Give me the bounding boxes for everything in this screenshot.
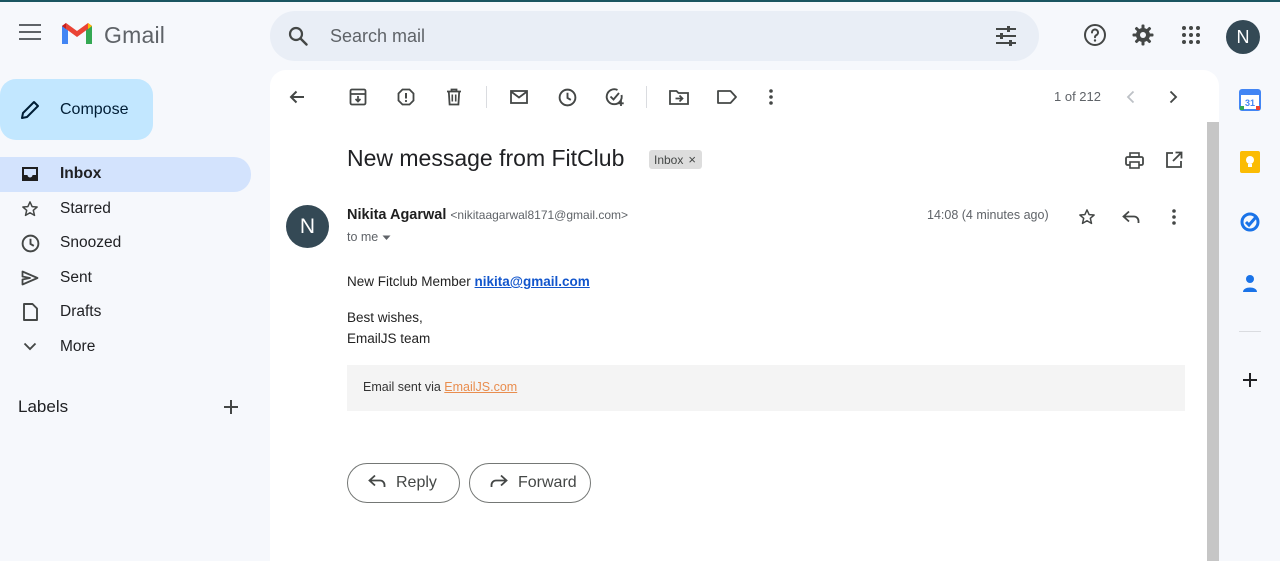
label-tag-icon[interactable] <box>712 82 742 112</box>
move-to-folder-icon[interactable] <box>664 82 694 112</box>
body-signoff: Best wishes, <box>347 310 423 325</box>
member-email-link[interactable]: nikita@gmail.com <box>475 274 590 289</box>
toolbar-divider <box>486 86 487 108</box>
open-new-window-icon[interactable] <box>1159 145 1189 175</box>
top-header: Gmail N <box>0 2 1280 68</box>
reply-arrow-icon[interactable] <box>1116 202 1146 232</box>
rail-divider <box>1239 331 1261 332</box>
nav-item-label: Sent <box>60 268 92 286</box>
email-footer: Email sent via EmailJS.com <box>347 365 1185 411</box>
body-text: New Fitclub Member <box>347 274 475 289</box>
pencil-icon <box>18 98 42 122</box>
recipient-details-toggle[interactable]: to me <box>347 230 391 244</box>
reply-icon <box>368 474 386 493</box>
sender-name[interactable]: Nikita Agarwal <box>347 207 446 223</box>
tasks-icon[interactable] <box>1236 208 1264 236</box>
compose-button[interactable]: Compose <box>0 79 153 140</box>
contacts-icon[interactable] <box>1236 270 1264 298</box>
forward-icon <box>490 474 508 493</box>
report-spam-icon[interactable] <box>391 82 421 112</box>
more-vert-icon[interactable] <box>756 82 786 112</box>
older-chevron-right-icon[interactable] <box>1158 82 1188 112</box>
message-pager-count: 1 of 212 <box>1054 89 1101 104</box>
nav-item-snoozed[interactable]: Snoozed <box>0 226 251 261</box>
account-avatar[interactable]: N <box>1226 20 1260 54</box>
star-message-icon[interactable] <box>1072 202 1102 232</box>
inbox-label-badge: Inbox × <box>649 150 702 169</box>
search-input[interactable] <box>330 23 930 49</box>
search-icon[interactable] <box>284 22 312 50</box>
nav-item-drafts[interactable]: Drafts <box>0 295 251 330</box>
create-label-plus-icon[interactable] <box>217 393 245 421</box>
nav-item-label: Starred <box>60 199 111 217</box>
help-icon[interactable] <box>1075 15 1115 55</box>
nav-item-sent[interactable]: Sent <box>0 261 251 296</box>
compose-label: Compose <box>60 100 129 118</box>
nav-item-more[interactable]: More <box>0 330 251 365</box>
snooze-clock-icon[interactable] <box>552 82 582 112</box>
reply-label: Reply <box>396 474 437 491</box>
add-to-tasks-icon[interactable] <box>600 82 630 112</box>
settings-gear-icon[interactable] <box>1123 15 1163 55</box>
forward-label: Forward <box>518 474 577 491</box>
nav-item-label: Snoozed <box>60 234 122 252</box>
nav-item-label: Drafts <box>60 303 102 321</box>
gmail-wordmark: Gmail <box>104 22 166 48</box>
reply-button[interactable]: Reply <box>347 463 460 503</box>
email-subject: New message from FitClub <box>347 145 625 171</box>
archive-icon[interactable] <box>343 82 373 112</box>
apps-grid-icon[interactable] <box>1171 15 1211 55</box>
message-more-vert-icon[interactable] <box>1159 202 1189 232</box>
toolbar-divider <box>646 86 647 108</box>
recipient-text: to me <box>347 230 379 244</box>
calendar-day-number: 31 <box>1245 98 1255 108</box>
sender-email: <nikitaagarwal8171@gmail.com> <box>450 208 629 222</box>
keep-notes-icon[interactable] <box>1236 148 1264 176</box>
print-icon[interactable] <box>1119 145 1149 175</box>
footer-text: Email sent via <box>363 380 445 394</box>
forward-button[interactable]: Forward <box>469 463 591 503</box>
hamburger-menu-icon <box>19 23 41 45</box>
get-addons-plus-icon[interactable] <box>1236 366 1264 394</box>
delete-trash-icon[interactable] <box>439 82 469 112</box>
message-scrollbar[interactable] <box>1207 122 1219 561</box>
calendar-app-icon[interactable]: 31 <box>1236 86 1264 114</box>
footer-line: Email sent via EmailJS.com <box>363 380 517 394</box>
search-bar[interactable] <box>270 11 1039 61</box>
emailjs-link[interactable]: EmailJS.com <box>444 380 517 394</box>
body-paragraph: New Fitclub Member nikita@gmail.com <box>347 274 590 289</box>
remove-label-close-icon[interactable]: × <box>688 152 696 167</box>
search-options-icon[interactable] <box>992 22 1020 50</box>
nav-item-label: Inbox <box>60 165 102 183</box>
body-signature: EmailJS team <box>347 331 431 346</box>
badge-label: Inbox <box>654 152 684 167</box>
back-arrow-icon[interactable] <box>282 82 312 112</box>
message-view: 1 of 212 New message from FitClub Inbox … <box>270 70 1219 561</box>
nav-item-label: More <box>60 337 96 355</box>
sender-avatar[interactable]: N <box>286 205 329 248</box>
draft-icon <box>18 300 42 324</box>
sender-line: Nikita Agarwal <nikitaagarwal8171@gmail.… <box>347 207 628 223</box>
mailbox-nav: Inbox Starred Snoozed Sent Drafts More <box>0 157 256 364</box>
newer-chevron-left-icon[interactable] <box>1115 82 1145 112</box>
nav-item-inbox[interactable]: Inbox <box>0 157 251 192</box>
clock-icon <box>18 231 42 255</box>
gmail-logo[interactable]: Gmail <box>60 20 165 51</box>
labels-title: Labels <box>18 397 69 416</box>
main-menu-button[interactable] <box>10 14 50 54</box>
labels-section-header: Labels <box>0 392 256 422</box>
star-icon <box>18 197 42 221</box>
send-icon <box>18 266 42 290</box>
caret-down-icon <box>382 230 391 244</box>
nav-item-starred[interactable]: Starred <box>0 192 251 227</box>
message-timestamp: 14:08 (4 minutes ago) <box>927 208 1049 222</box>
inbox-icon <box>18 162 42 186</box>
chevron-down-icon <box>18 335 42 359</box>
gmail-m-icon <box>60 20 94 51</box>
mark-unread-mail-icon[interactable] <box>504 82 534 112</box>
